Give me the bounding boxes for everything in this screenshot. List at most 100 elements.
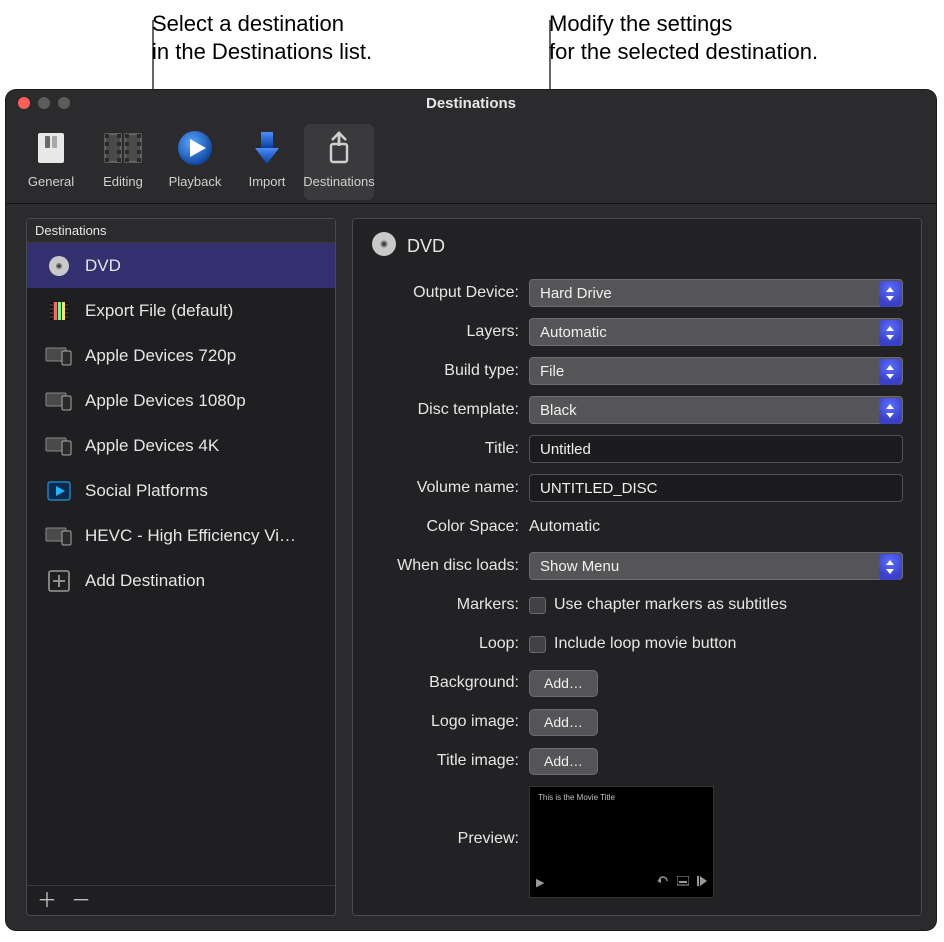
disc-icon — [45, 254, 73, 278]
toolbar: General — [6, 116, 936, 204]
callout-right-line2: for the selected destination. — [549, 39, 818, 64]
when-disc-loads-label: When disc loads: — [371, 557, 529, 575]
detail-title-row: DVD — [371, 231, 903, 261]
devices-icon — [45, 434, 73, 458]
toolbar-general-label: General — [28, 174, 74, 189]
play-square-icon — [45, 479, 73, 503]
preview-thumbnail: This is the Movie Title ▶ — [529, 786, 714, 898]
disc-template-value: Black — [540, 402, 577, 419]
chevron-updown-icon — [879, 359, 901, 385]
remove-destination-button[interactable]: － — [71, 891, 91, 911]
preview-caption: This is the Movie Title — [538, 793, 705, 802]
output-device-value: Hard Drive — [540, 285, 612, 302]
toolbar-import-label: Import — [249, 174, 286, 189]
markers-checkbox[interactable] — [529, 597, 546, 614]
sidebar-item-dvd[interactable]: DVD — [27, 243, 335, 288]
logo-image-add-button[interactable]: Add… — [529, 709, 598, 736]
sidebar-item-ad-4k[interactable]: Apple Devices 4K — [27, 423, 335, 468]
toolbar-general[interactable]: General — [16, 124, 86, 200]
color-space-label: Color Space: — [371, 518, 529, 536]
title-image-label: Title image: — [371, 752, 529, 770]
build-type-select[interactable]: File — [529, 357, 903, 385]
sidebar-item-label: Export File (default) — [85, 301, 233, 321]
title-image-add-button[interactable]: Add… — [529, 748, 598, 775]
sidebar-item-label: Social Platforms — [85, 481, 208, 501]
sidebar-item-label: Add Destination — [85, 571, 205, 591]
titlebar: Destinations — [6, 90, 936, 116]
sidebar-item-add-destination[interactable]: Add Destination — [27, 558, 335, 603]
chevron-updown-icon — [879, 320, 901, 346]
preview-loop-icon — [657, 876, 669, 889]
window-title: Destinations — [6, 95, 936, 112]
preview-play-icon: ▶ — [536, 876, 544, 889]
devices-icon — [45, 524, 73, 548]
background-label: Background: — [371, 674, 529, 692]
sidebar-item-export-file[interactable]: Export File (default) — [27, 288, 335, 333]
callout-right: Modify the settings for the selected des… — [549, 10, 929, 66]
disc-icon — [371, 231, 397, 261]
destinations-sidebar: Destinations DVD — [26, 218, 336, 916]
toolbar-playback[interactable]: Playback — [160, 124, 230, 200]
markers-label: Markers: — [371, 596, 529, 614]
preview-chapter-icon — [697, 876, 707, 889]
disc-template-label: Disc template: — [371, 401, 529, 419]
toolbar-destinations-label: Destinations — [303, 174, 375, 189]
sidebar-item-label: Apple Devices 4K — [85, 436, 219, 456]
devices-icon — [45, 344, 73, 368]
loop-label: Loop: — [371, 635, 529, 653]
when-disc-loads-select[interactable]: Show Menu — [529, 552, 903, 580]
sidebar-item-hevc[interactable]: HEVC - High Efficiency Vi… — [27, 513, 335, 558]
sidebar-item-label: DVD — [85, 256, 121, 276]
add-destination-button[interactable]: ＋ — [37, 891, 57, 911]
title-input[interactable] — [529, 435, 903, 463]
preview-controls: ▶ — [536, 873, 707, 891]
general-icon — [31, 128, 71, 168]
markers-text: Use chapter markers as subtitles — [554, 596, 787, 614]
callout-left-line2: in the Destinations list. — [152, 39, 372, 64]
sidebar-item-label: Apple Devices 1080p — [85, 391, 246, 411]
playback-icon — [175, 128, 215, 168]
chevron-updown-icon — [879, 554, 901, 580]
build-type-label: Build type: — [371, 362, 529, 380]
logo-image-label: Logo image: — [371, 713, 529, 731]
when-disc-loads-value: Show Menu — [540, 558, 619, 575]
sidebar-item-label: HEVC - High Efficiency Vi… — [85, 526, 296, 546]
film-icon — [45, 299, 73, 323]
layers-select[interactable]: Automatic — [529, 318, 903, 346]
volume-name-input[interactable] — [529, 474, 903, 502]
chevron-updown-icon — [879, 398, 901, 424]
preview-subtitle-icon — [677, 876, 689, 889]
sidebar-item-ad-1080[interactable]: Apple Devices 1080p — [27, 378, 335, 423]
sidebar-item-ad-720[interactable]: Apple Devices 720p — [27, 333, 335, 378]
toolbar-editing[interactable]: Editing — [88, 124, 158, 200]
sidebar-list: DVD Export File (default) — [27, 243, 335, 885]
output-device-label: Output Device: — [371, 284, 529, 302]
chevron-updown-icon — [879, 281, 901, 307]
callouts: Select a destination in the Destinations… — [0, 0, 944, 80]
output-device-select[interactable]: Hard Drive — [529, 279, 903, 307]
toolbar-editing-label: Editing — [103, 174, 143, 189]
detail-panel: DVD Output Device: Hard Drive Layers: — [352, 218, 922, 916]
plus-box-icon — [45, 569, 73, 593]
loop-checkbox[interactable] — [529, 636, 546, 653]
import-icon — [247, 128, 287, 168]
color-space-value: Automatic — [529, 518, 600, 535]
build-type-value: File — [540, 363, 564, 380]
sidebar-item-social[interactable]: Social Platforms — [27, 468, 335, 513]
layers-value: Automatic — [540, 324, 607, 341]
title-label: Title: — [371, 440, 529, 458]
volume-name-label: Volume name: — [371, 479, 529, 497]
loop-text: Include loop movie button — [554, 635, 736, 653]
preview-label: Preview: — [371, 786, 529, 848]
sidebar-footer: ＋ － — [27, 885, 335, 915]
disc-template-select[interactable]: Black — [529, 396, 903, 424]
sidebar-item-label: Apple Devices 720p — [85, 346, 236, 366]
preferences-window: Destinations General — [6, 90, 936, 930]
content-area: Destinations DVD — [6, 204, 936, 930]
toolbar-playback-label: Playback — [169, 174, 222, 189]
callout-left: Select a destination in the Destinations… — [152, 10, 512, 66]
destinations-icon — [319, 128, 359, 168]
toolbar-destinations[interactable]: Destinations — [304, 124, 374, 200]
background-add-button[interactable]: Add… — [529, 670, 598, 697]
toolbar-import[interactable]: Import — [232, 124, 302, 200]
